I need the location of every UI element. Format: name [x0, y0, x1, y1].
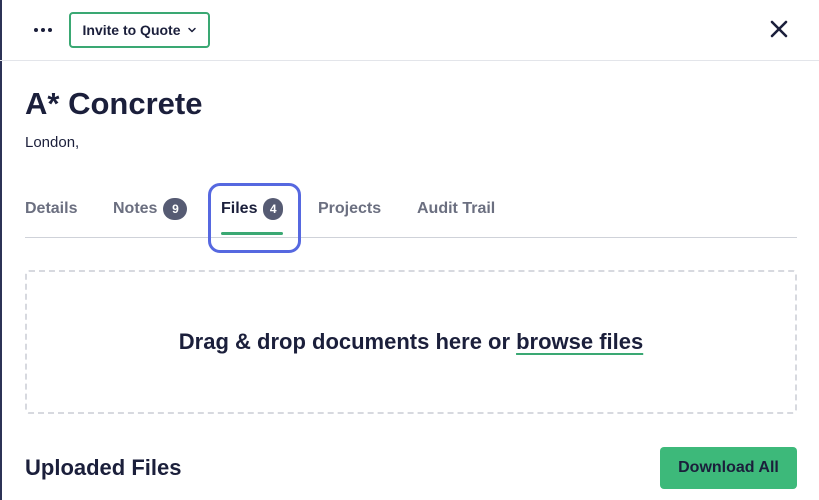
page-title: A* Concrete: [25, 86, 203, 121]
more-horizontal-icon-dot: [41, 28, 45, 32]
top-bar: Invite to Quote: [0, 0, 819, 61]
tab-bar: Details Notes 9 Files 4 Projects Audit T…: [25, 180, 797, 238]
tab-notes[interactable]: Notes 9: [113, 180, 189, 238]
notes-count-badge: 9: [163, 198, 188, 220]
tab-audit-trail-label: Audit Trail: [417, 200, 496, 217]
tab-projects[interactable]: Projects: [318, 180, 384, 238]
tab-files-label: Files: [221, 200, 258, 217]
download-all-button[interactable]: Download All: [660, 447, 797, 489]
tab-details[interactable]: Details: [25, 180, 81, 238]
uploaded-files-heading: Uploaded Files: [25, 455, 182, 480]
browse-files-link[interactable]: browse files: [516, 329, 643, 355]
more-horizontal-icon-dot: [48, 28, 52, 32]
tab-files[interactable]: Files 4: [221, 180, 283, 238]
tab-audit-trail[interactable]: Audit Trail: [417, 180, 497, 238]
location-text: London,: [25, 134, 80, 151]
tab-projects-label: Projects: [318, 200, 382, 217]
active-tab-indicator: [221, 232, 283, 235]
more-horizontal-icon: [34, 28, 38, 32]
dropzone-text: Drag & drop documents here or: [178, 329, 511, 354]
file-dropzone[interactable]: Drag & drop documents here or browse fil…: [25, 270, 797, 414]
tab-details-label: Details: [25, 200, 78, 217]
chevron-down-icon: [187, 27, 196, 33]
invite-to-quote-label: Invite to Quote: [82, 22, 181, 38]
tab-notes-label: Notes: [113, 200, 158, 217]
close-icon[interactable]: [768, 18, 790, 40]
window-edge: [0, 0, 2, 500]
invite-to-quote-button[interactable]: Invite to Quote: [69, 12, 210, 48]
files-count-badge: 4: [263, 198, 283, 220]
more-options-button[interactable]: [30, 18, 56, 42]
